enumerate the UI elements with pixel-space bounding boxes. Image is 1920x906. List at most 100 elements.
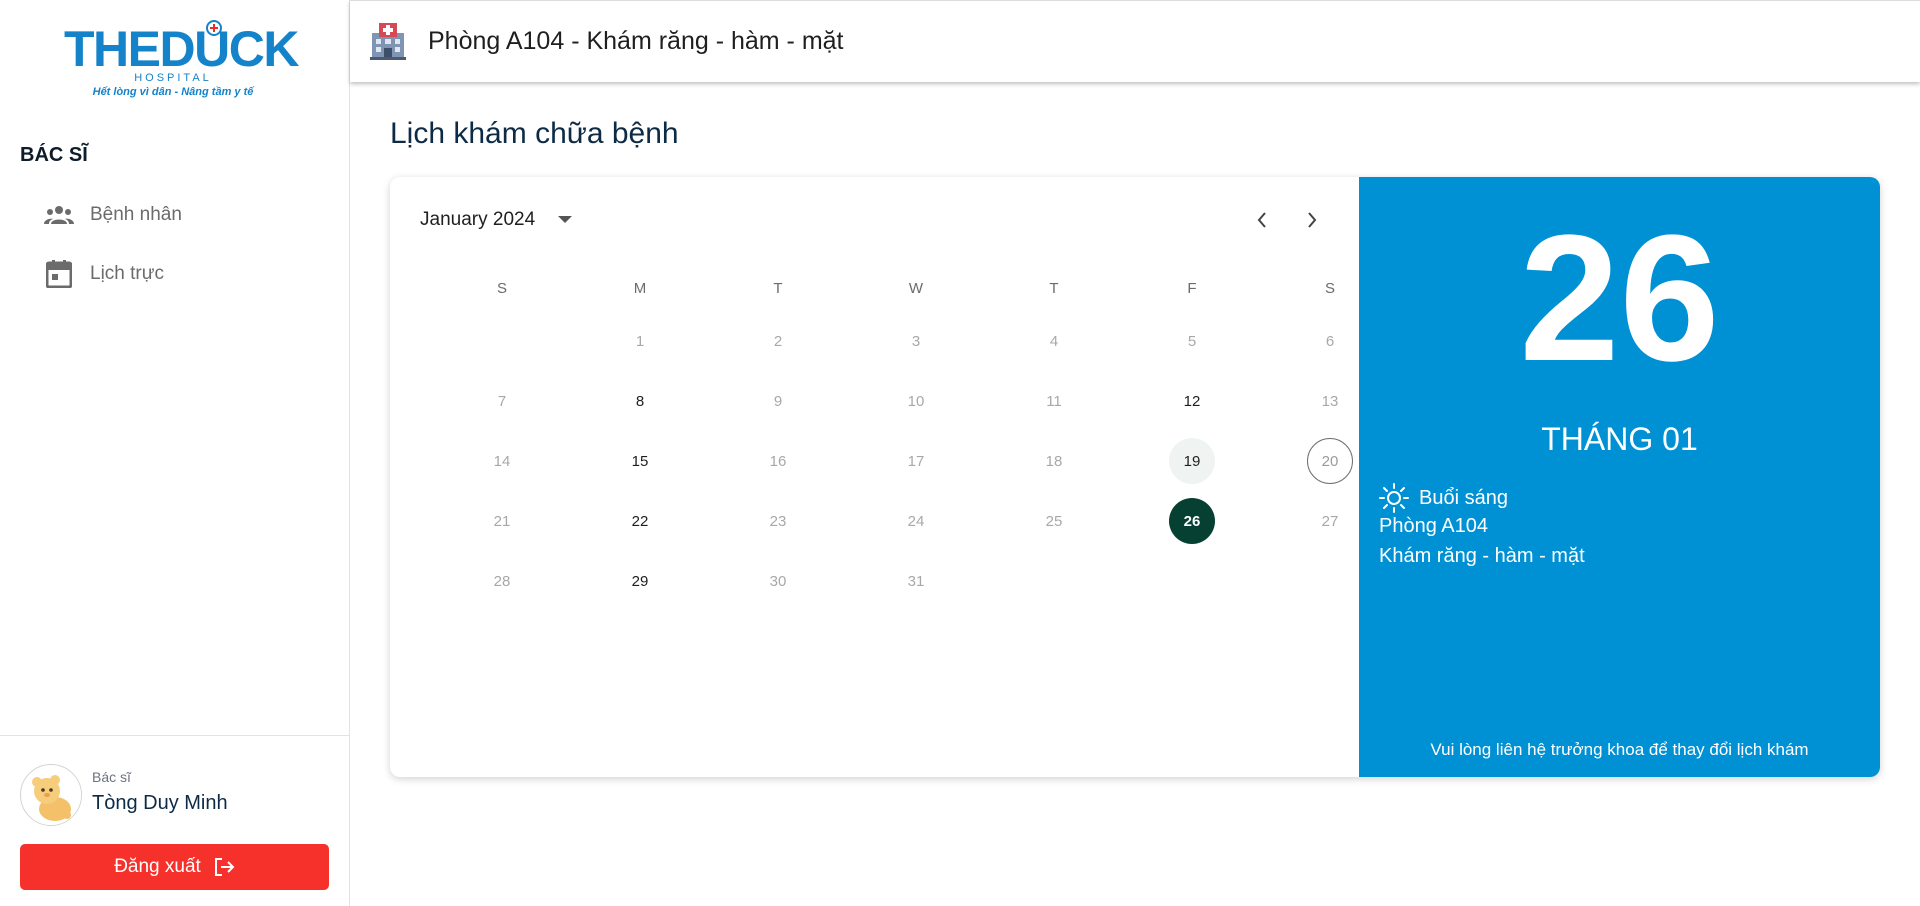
user-role: Bác sĩ <box>92 769 131 785</box>
calendar-day[interactable]: 4 <box>1031 318 1077 364</box>
medical-cross-icon <box>206 20 222 36</box>
calendar-day[interactable]: 19 <box>1169 438 1215 484</box>
logo-wordmark: THEDUCK <box>64 21 299 77</box>
calendar-day[interactable]: 9 <box>755 378 801 424</box>
hospital-logo[interactable]: THEDUCK HOSPITAL Hết lòng vì dân - Nâng … <box>60 20 299 106</box>
calendar-day[interactable]: 3 <box>893 318 939 364</box>
calendar-day-selected[interactable]: 26 <box>1169 498 1215 544</box>
calendar-day[interactable]: 29 <box>617 558 663 604</box>
shift-label: Buổi sáng <box>1419 486 1508 509</box>
specialty-label: Khám răng - hàm - mặt <box>1379 545 1585 567</box>
next-month-button[interactable] <box>1300 203 1324 237</box>
calendar-cell: 16 <box>709 431 847 491</box>
calendar-day[interactable]: 30 <box>755 558 801 604</box>
calendar-header: January 2024 <box>420 203 577 237</box>
calendar-day[interactable]: 24 <box>893 498 939 544</box>
logout-button[interactable]: Đăng xuất <box>20 844 329 890</box>
calendar-day[interactable]: 14 <box>479 438 525 484</box>
calendar-day[interactable]: 25 <box>1031 498 1077 544</box>
calendar-grid: S M T W T F S 1 2 3 4 5 6 7 8 9 10 11 12 13 14 15 16 17 18 19 20 21… <box>433 265 1353 611</box>
calendar-cell: 18 <box>985 431 1123 491</box>
logout-label: Đăng xuất <box>114 856 201 877</box>
room-label: Phòng A104 <box>1379 515 1488 537</box>
calendar-day[interactable]: 23 <box>755 498 801 544</box>
topbar: Phòng A104 - Khám răng - hàm - mặt <box>350 0 1920 82</box>
calendar-cell: 28 <box>433 551 571 611</box>
calendar-cell: 10 <box>847 371 985 431</box>
calendar: January 2024 S M T W T F S 1 2 3 4 5 6 7 8 9 10 11 12 13 14 1… <box>390 177 1359 777</box>
calendar-week-row: 21 22 23 24 25 26 27 <box>433 491 1338 551</box>
calendar-day[interactable]: 17 <box>893 438 939 484</box>
calendar-day[interactable]: 2 <box>755 318 801 364</box>
weekday-header-row: SMTWTFS <box>433 265 1335 311</box>
weekday-label: T <box>1049 279 1059 297</box>
weekday-label: T <box>773 279 783 297</box>
calendar-day[interactable]: 31 <box>893 558 939 604</box>
role-heading: BÁC SĨ <box>20 144 88 166</box>
sidebar-item-schedule[interactable]: Lịch trực <box>44 254 164 294</box>
calendar-day[interactable]: 1 <box>617 318 663 364</box>
calendar-cell: 9 <box>709 371 847 431</box>
calendar-day[interactable]: 13 <box>1307 378 1353 424</box>
month-navigation <box>1250 203 1324 237</box>
calendar-cell: 29 <box>571 551 709 611</box>
calendar-day[interactable]: 10 <box>893 378 939 424</box>
sun-icon <box>1379 483 1409 513</box>
calendar-day[interactable]: 5 <box>1169 318 1215 364</box>
calendar-day[interactable]: 7 <box>479 378 525 424</box>
calendar-cell: 25 <box>985 491 1123 551</box>
calendar-day[interactable]: 21 <box>479 498 525 544</box>
previous-month-button[interactable] <box>1250 203 1274 237</box>
calendar-day[interactable]: 8 <box>617 378 663 424</box>
schedule-detail-panel: 26 THÁNG 01 Buổi sáng Phòng A104 Khám ră… <box>1359 177 1880 777</box>
schedule-card: January 2024 S M T W T F S 1 2 3 4 5 6 7 8 9 10 11 12 13 14 1… <box>390 177 1880 777</box>
calendar-day[interactable]: 16 <box>755 438 801 484</box>
calendar-cell: 30 <box>709 551 847 611</box>
page-title: Lịch khám chữa bệnh <box>390 117 679 150</box>
calendar-cell: 22 <box>571 491 709 551</box>
user-panel: Bác sĩ Tòng Duy Minh Đăng xuất <box>0 735 350 906</box>
calendar-day[interactable]: 18 <box>1031 438 1077 484</box>
calendar-day[interactable]: 12 <box>1169 378 1215 424</box>
avatar[interactable] <box>20 764 82 826</box>
month-label[interactable]: January 2024 <box>420 209 535 231</box>
user-name: Tòng Duy Minh <box>92 792 228 814</box>
calendar-day[interactable]: 6 <box>1307 318 1353 364</box>
selected-day: 26 <box>1519 198 1720 399</box>
weekday-label: W <box>908 279 924 297</box>
calendar-day[interactable]: 11 <box>1031 378 1077 424</box>
calendar-cell: 15 <box>571 431 709 491</box>
calendar-day[interactable]: 15 <box>617 438 663 484</box>
calendar-cell: 3 <box>847 311 985 371</box>
calendar-cell: 8 <box>571 371 709 431</box>
selected-month: THÁNG 01 <box>1541 421 1698 457</box>
calendar-cell: 7 <box>433 371 571 431</box>
calendar-icon <box>44 259 74 289</box>
logo-tagline: Hết lòng vì dân - Nâng tầm y tế <box>92 86 254 98</box>
calendar-day[interactable]: 28 <box>479 558 525 604</box>
weekday-label: M <box>633 279 647 297</box>
sidebar-item-label: Lịch trực <box>90 263 164 284</box>
logo-subtitle: HOSPITAL <box>134 72 212 84</box>
calendar-day[interactable]: 22 <box>617 498 663 544</box>
sidebar-item-label: Bệnh nhân <box>90 204 182 225</box>
calendar-day[interactable]: 20 <box>1307 438 1353 484</box>
calendar-day[interactable]: 27 <box>1307 498 1353 544</box>
logout-icon <box>213 857 235 877</box>
calendar-cell: 1 <box>571 311 709 371</box>
calendar-week-row: 14 15 16 17 18 19 20 <box>433 431 1353 491</box>
calendar-cell: 4 <box>985 311 1123 371</box>
hospital-building-icon <box>368 21 408 61</box>
calendar-week-row: 123456 <box>433 311 1334 371</box>
app: THEDUCK HOSPITAL Hết lòng vì dân - Nâng … <box>0 0 1920 906</box>
calendar-cell: 23 <box>709 491 847 551</box>
sidebar-item-patients[interactable]: Bệnh nhân <box>44 195 182 235</box>
notice-text: Vui lòng liên hệ trưởng khoa để thay đổi… <box>1430 740 1809 759</box>
month-dropdown-icon[interactable] <box>553 208 577 232</box>
calendar-cell: 5 <box>1123 311 1261 371</box>
sidebar: THEDUCK HOSPITAL Hết lòng vì dân - Nâng … <box>0 0 350 906</box>
calendar-cell <box>985 551 1123 611</box>
calendar-cell: 19 <box>1123 431 1261 491</box>
calendar-cell: 2 <box>709 311 847 371</box>
weekday-label: F <box>1187 279 1197 297</box>
